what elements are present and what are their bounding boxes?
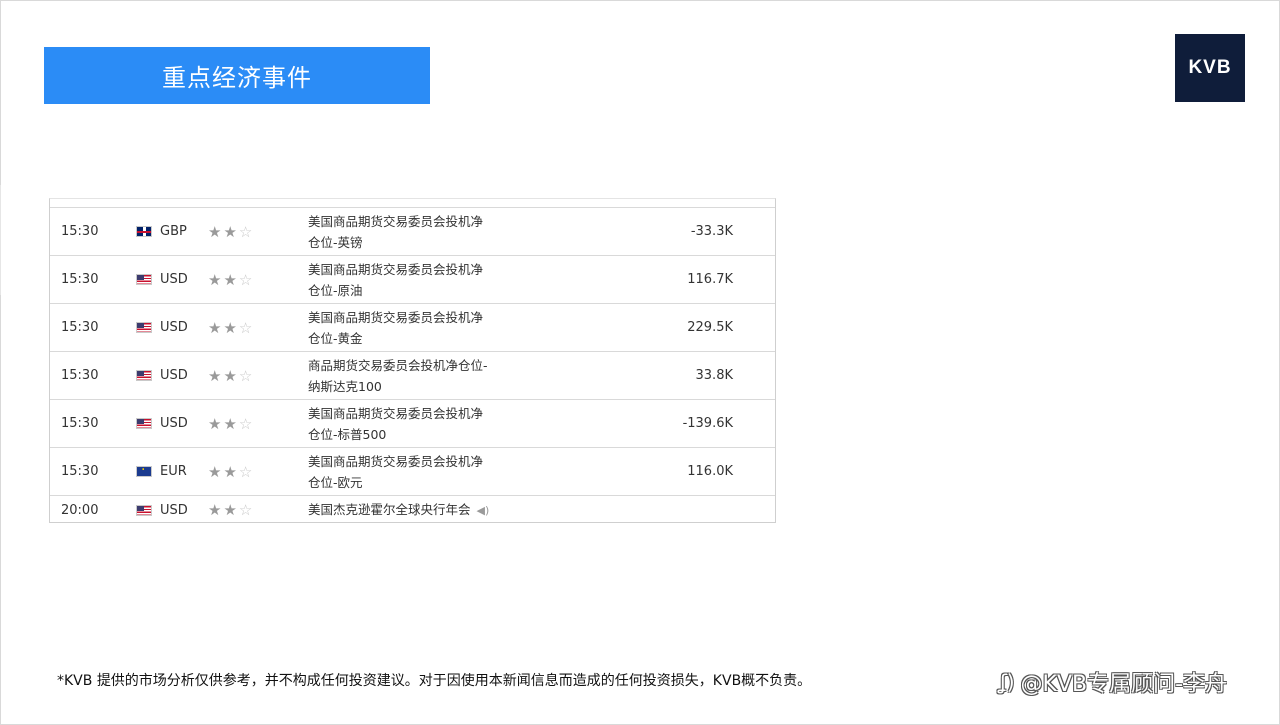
event-time: 15:30: [61, 464, 99, 479]
star-filled-icon: ★: [208, 501, 224, 519]
event-name-line2: 仓位-原油: [308, 282, 363, 298]
importance-stars: ★ ★ ☆: [208, 352, 268, 399]
star-filled-icon: ★: [208, 462, 224, 481]
event-name: 商品期货交易委员会投机净仓位- 纳斯达克100: [308, 352, 548, 399]
title-banner: 重点经济事件: [44, 47, 430, 104]
table-row: 15:30 USD ★ ★ ☆ 美国商品期货交易委员会投机净 仓位-黄金 229.5K: [50, 304, 775, 352]
importance-stars: ★ ★ ☆: [208, 448, 268, 495]
event-name-line1: 美国商品期货交易委员会投机净: [308, 213, 484, 229]
event-currency: USD: [160, 272, 188, 287]
watermark: ʆ) @KVB专属顾问-李舟: [1000, 666, 1227, 698]
event-time: 15:30: [61, 320, 99, 335]
star-filled-icon: ★: [208, 414, 224, 433]
event-value: -33.3K: [690, 224, 733, 239]
table-row: 15:30 USD ★ ★ ☆ 商品期货交易委员会投机净仓位- 纳斯达克100 33.8K: [50, 352, 775, 400]
event-name: 美国商品期货交易委员会投机净 仓位-黄金: [308, 304, 548, 351]
event-value: [610, 496, 733, 524]
star-filled-icon: ★: [208, 366, 224, 385]
star-empty-icon: ☆: [238, 462, 255, 481]
event-name: 美国商品期货交易委员会投机净 仓位-原油: [308, 256, 548, 303]
star-filled-icon: ★: [208, 270, 224, 289]
star-empty-icon: ☆: [238, 222, 255, 241]
uk-flag-icon: [136, 226, 152, 237]
table-row: 15:30 USD ★ ★ ☆ 美国商品期货交易委员会投机净 仓位-标普500 -139.6K: [50, 400, 775, 448]
event-name-line1: 美国杰克逊霍尔全球央行年会 ◀): [308, 499, 489, 521]
event-time: 15:30: [61, 416, 99, 431]
star-filled-icon: ★: [223, 414, 239, 433]
us-flag-icon: [136, 274, 152, 285]
disclaimer-text: *KVB 提供的市场分析仅供参考，并不构成任何投资建议。对于因使用本新闻信息而造…: [57, 673, 812, 689]
logo-text: KVB: [1188, 57, 1232, 78]
event-time: 15:30: [61, 368, 99, 383]
star-empty-icon: ☆: [238, 270, 255, 289]
zhihu-logo-icon: ʆ): [1000, 670, 1015, 694]
event-value: 116.0K: [687, 464, 733, 479]
star-filled-icon: ★: [223, 501, 239, 519]
event-name-line1: 美国商品期货交易委员会投机净: [308, 453, 484, 469]
economic-events-table: 15:30 GBP ★ ★ ☆ 美国商品期货交易委员会投机净 仓位-英镑 -33.3K 15:3…: [49, 198, 776, 523]
table-row: 15:30EUR★★☆美国商品期货交易委员会投机净仓位-欧元116.0K: [50, 448, 775, 496]
star-filled-icon: ★: [223, 318, 239, 337]
page-title: 重点经济事件: [162, 64, 312, 92]
event-time: 15:30: [61, 272, 99, 287]
importance-stars: ★ ★ ☆: [208, 208, 268, 255]
event-value: 116.7K: [687, 272, 733, 287]
event-name-line1: 商品期货交易委员会投机净仓位-: [308, 357, 488, 373]
table-top-strip: [50, 199, 775, 208]
star-empty-icon: ☆: [238, 414, 255, 433]
event-time: 15:30: [61, 224, 99, 239]
event-currency: USD: [160, 320, 188, 335]
star-filled-icon: ★: [208, 318, 224, 337]
eu-flag-icon: [136, 466, 152, 477]
importance-stars: ★ ★ ☆: [208, 400, 268, 447]
event-currency: GBP: [160, 224, 187, 239]
event-value: 229.5K: [687, 320, 733, 335]
event-name-line2: 仓位-黄金: [308, 330, 363, 346]
event-currency: USD: [160, 502, 188, 518]
star-filled-icon: ★: [223, 462, 239, 481]
table-row: 15:30 USD ★ ★ ☆ 美国商品期货交易委员会投机净 仓位-原油 116.7K: [50, 256, 775, 304]
us-flag-icon: [136, 322, 152, 333]
star-empty-icon: ☆: [238, 366, 255, 385]
importance-stars: ★ ★ ☆: [208, 304, 268, 351]
us-flag-icon: [136, 504, 152, 516]
event-currency: EUR: [160, 464, 187, 479]
star-filled-icon: ★: [223, 366, 239, 385]
table-row: 20:00 USD ★ ★ ☆ 美国杰克逊霍尔全球央行年会 ◀): [50, 496, 775, 524]
event-name-line2: 仓位-欧元: [308, 474, 363, 490]
event-name-line2: 纳斯达克100: [308, 378, 382, 394]
event-name: 美国商品期货交易委员会投机净 仓位-英镑: [308, 208, 548, 255]
watermark-text: @KVB专属顾问-李舟: [1020, 672, 1228, 697]
event-time: 20:00: [61, 502, 99, 518]
speaker-icon: ◀): [476, 504, 490, 517]
divider: [0, 185, 1, 295]
event-name-line2: 仓位-英镑: [308, 234, 363, 250]
event-name-line1: 美国商品期货交易委员会投机净: [308, 261, 484, 277]
star-filled-icon: ★: [208, 222, 224, 241]
event-name: 美国杰克逊霍尔全球央行年会 ◀): [308, 496, 548, 524]
event-currency: USD: [160, 368, 188, 383]
us-flag-icon: [136, 370, 152, 381]
event-name-line2: 仓位-标普500: [308, 426, 387, 442]
importance-stars: ★ ★ ☆: [208, 256, 268, 303]
event-value: -139.6K: [682, 416, 733, 431]
us-flag-icon: [136, 418, 152, 429]
event-name: 美国商品期货交易委员会投机净 仓位-标普500: [308, 400, 548, 447]
table-row: 15:30 GBP ★ ★ ☆ 美国商品期货交易委员会投机净 仓位-英镑 -33.3K: [50, 208, 775, 256]
event-name-line1: 美国商品期货交易委员会投机净: [308, 309, 484, 325]
event-name-line1: 美国商品期货交易委员会投机净: [308, 405, 484, 421]
star-empty-icon: ☆: [238, 318, 255, 337]
star-filled-icon: ★: [223, 270, 239, 289]
event-value: 33.8K: [695, 368, 733, 383]
star-empty-icon: ☆: [238, 501, 255, 519]
event-name: 美国商品期货交易委员会投机净 仓位-欧元: [308, 448, 548, 495]
importance-stars: ★ ★ ☆: [208, 496, 268, 524]
kvb-logo: KVB: [1175, 34, 1245, 102]
event-currency: USD: [160, 416, 188, 431]
star-filled-icon: ★: [223, 222, 239, 241]
